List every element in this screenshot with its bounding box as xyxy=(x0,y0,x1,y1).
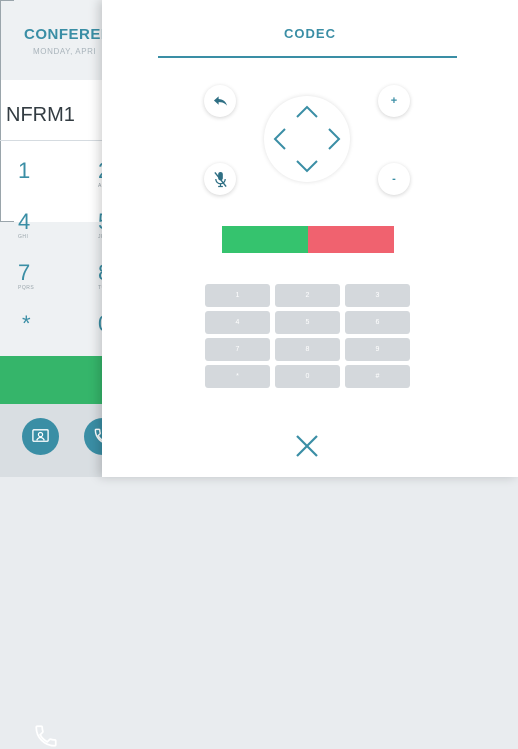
keypad-key-3[interactable]: 3 xyxy=(345,284,410,307)
back-arrow-icon xyxy=(213,96,227,106)
dial-key-digit: 4 xyxy=(18,209,31,234)
keypad-key-6[interactable]: 6 xyxy=(345,311,410,334)
dial-key-digit: 1 xyxy=(18,158,31,183)
keypad-key-1[interactable]: 1 xyxy=(205,284,270,307)
microphone-muted-icon xyxy=(213,171,227,187)
conference-id-field[interactable]: NFRM1 xyxy=(6,104,75,127)
zoom-in-label: + xyxy=(390,95,398,107)
background-subtitle: MONDAY, APRI xyxy=(33,47,97,56)
arrow-down-icon[interactable] xyxy=(295,159,319,173)
keypad-key-0[interactable]: 0 xyxy=(275,365,340,388)
arrow-up-icon[interactable] xyxy=(295,105,319,119)
level-meter-red xyxy=(308,226,394,253)
phone-icon xyxy=(35,725,57,747)
audio-level-meter xyxy=(222,226,394,253)
dial-key-digit: 7 xyxy=(18,260,31,285)
zoom-out-label: - xyxy=(392,173,396,185)
share-screen-button[interactable] xyxy=(22,418,59,455)
background-title: CONFEREI xyxy=(24,26,106,43)
keypad-key-star[interactable]: * xyxy=(205,365,270,388)
dial-key-star[interactable]: * xyxy=(22,313,31,335)
keypad-key-9[interactable]: 9 xyxy=(345,338,410,361)
focus-frame-left xyxy=(0,0,1,222)
codec-keypad: 1 2 3 4 5 6 7 8 9 * 0 # xyxy=(205,284,410,392)
codec-panel: CODEC + - 1 2 3 4 5 6 7 8 9 * 0 # xyxy=(102,0,518,477)
dial-key-1[interactable]: 1 xyxy=(18,160,30,183)
zoom-out-button[interactable]: - xyxy=(378,163,410,195)
camera-direction-pad xyxy=(264,96,350,182)
share-screen-icon xyxy=(32,429,49,442)
title-underline xyxy=(158,56,457,58)
keypad-key-7[interactable]: 7 xyxy=(205,338,270,361)
dial-key-7[interactable]: 7 PQRS xyxy=(18,260,35,292)
dial-key-4[interactable]: 4 GHI xyxy=(18,209,31,241)
close-icon[interactable] xyxy=(294,433,320,459)
dial-key-letters: GHI xyxy=(18,234,29,240)
dial-key-letters: PQRS xyxy=(18,285,35,291)
level-meter-green xyxy=(222,226,308,253)
mute-microphone-button[interactable] xyxy=(204,163,236,195)
keypad-key-5[interactable]: 5 xyxy=(275,311,340,334)
keypad-key-8[interactable]: 8 xyxy=(275,338,340,361)
keypad-key-4[interactable]: 4 xyxy=(205,311,270,334)
focus-frame-top xyxy=(0,0,14,1)
dial-key-digit: * xyxy=(22,311,31,336)
zoom-in-button[interactable]: + xyxy=(378,85,410,117)
codec-title: CODEC xyxy=(284,26,336,41)
arrow-left-icon[interactable] xyxy=(273,127,287,151)
back-button[interactable] xyxy=(204,85,236,117)
keypad-key-hash[interactable]: # xyxy=(345,365,410,388)
keypad-key-2[interactable]: 2 xyxy=(275,284,340,307)
arrow-right-icon[interactable] xyxy=(327,127,341,151)
